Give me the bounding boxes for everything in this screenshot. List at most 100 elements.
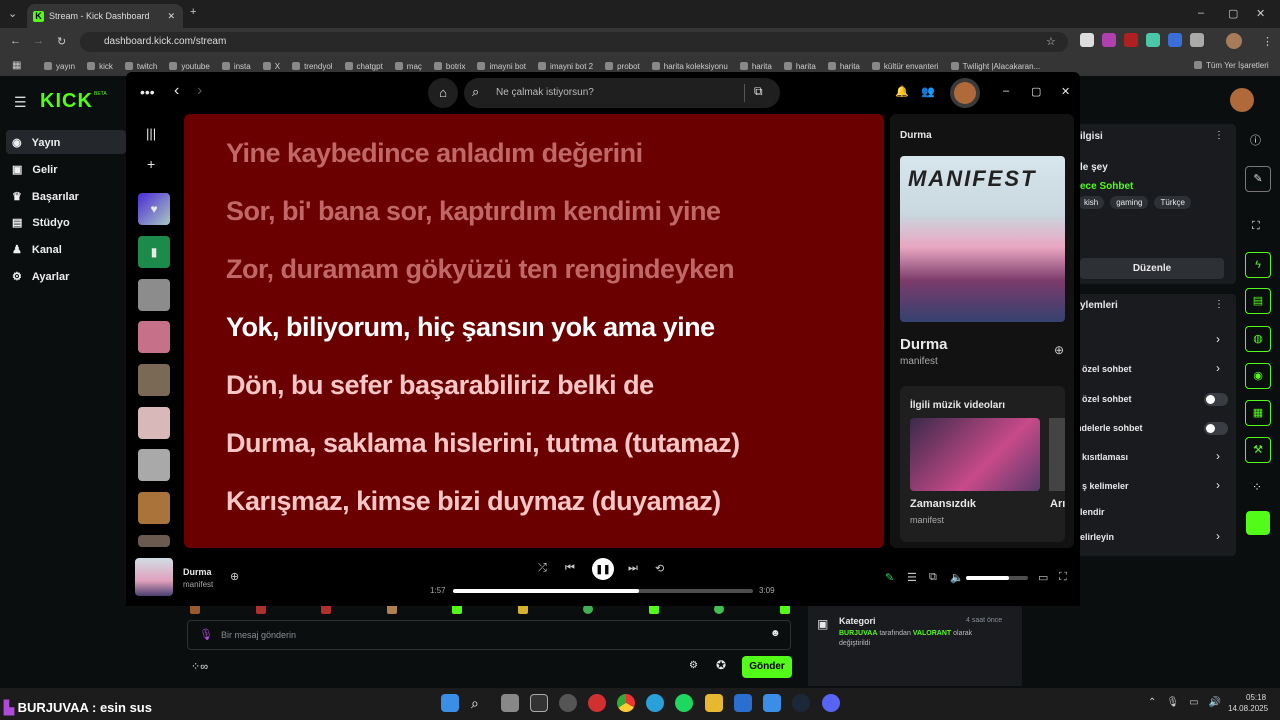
lightning-icon[interactable]: ϟ <box>1245 252 1271 278</box>
nav-item-yayin[interactable]: ◉ Yayın <box>12 136 60 150</box>
task-view-icon[interactable] <box>501 694 519 712</box>
queue-icon[interactable]: ☰ <box>907 571 917 584</box>
lyric-line-next[interactable]: Dön, bu sefer başarabiliriz belki de <box>226 370 654 401</box>
taskbar-date[interactable]: 14.08.2025 <box>1228 704 1268 713</box>
playlist-thumbnail[interactable] <box>138 407 170 439</box>
fullscreen-icon[interactable]: ⛶ <box>1059 571 1067 584</box>
liked-songs-icon[interactable]: ♥ <box>138 193 170 225</box>
setting-row[interactable]: lendir <box>1080 507 1105 517</box>
minimize-window-icon[interactable]: – <box>1003 85 1009 97</box>
wrench-icon[interactable]: ⚒ <box>1245 437 1271 463</box>
edge-icon[interactable] <box>646 694 664 712</box>
search-icon[interactable]: ⌕ <box>471 694 489 712</box>
extension-icon[interactable] <box>1102 33 1116 47</box>
discord-icon[interactable] <box>822 694 840 712</box>
lyric-line-past[interactable]: Yine kaybedince anladım değerini <box>226 138 643 169</box>
user-avatar[interactable] <box>1230 88 1254 112</box>
setting-row[interactable]: elirleyin <box>1080 532 1114 542</box>
chat-settings-gear-icon[interactable]: ⚙ <box>689 660 698 671</box>
epic-games-icon[interactable] <box>530 694 548 712</box>
playlist-thumbnail[interactable] <box>138 279 170 311</box>
app-icon[interactable] <box>559 694 577 712</box>
bookmark-item[interactable]: yayın <box>44 62 75 71</box>
nav-item-ayarlar[interactable]: ⚙ Ayarlar <box>12 270 69 284</box>
minimize-window-icon[interactable]: – <box>1198 7 1204 19</box>
bookmark-item[interactable]: Twilight |Alacakaran... <box>951 62 1041 71</box>
bookmark-item[interactable]: imayni bot <box>477 62 525 71</box>
all-bookmarks-folder[interactable]: Tüm Yer İşaretleri <box>1194 61 1269 70</box>
artist-name[interactable]: manifest <box>900 356 938 367</box>
spotify-menu-icon[interactable]: ••• <box>140 84 155 100</box>
bookmark-item[interactable]: insta <box>222 62 251 71</box>
bookmark-item[interactable]: kick <box>87 62 113 71</box>
more-options-icon[interactable]: ⋮ <box>1214 130 1224 141</box>
create-playlist-icon[interactable]: + <box>147 156 155 172</box>
playlist-thumbnail[interactable] <box>138 535 170 547</box>
previous-track-icon[interactable]: ⏮ <box>565 562 575 575</box>
lyric-line-next[interactable]: Durma, saklama hislerini, tutma (tutamaz… <box>226 428 740 459</box>
hamburger-menu-icon[interactable]: ☰ <box>14 94 27 111</box>
connect-device-icon[interactable]: ⧉ <box>929 571 937 584</box>
video-title[interactable]: Zamansızdık <box>910 498 976 510</box>
toggle-switch[interactable] <box>1204 393 1228 406</box>
bookmark-item[interactable]: trendyol <box>292 62 332 71</box>
nav-item-gelir[interactable]: ▣ Gelir <box>12 163 57 177</box>
puzzle-icon[interactable]: ✪ <box>716 658 726 672</box>
shuffle-icon[interactable]: ⤮ <box>538 562 547 575</box>
library-icon[interactable]: ||| <box>146 126 156 141</box>
emoji-icon[interactable]: ☻ <box>770 628 781 639</box>
video-thumbnail[interactable] <box>910 418 1040 491</box>
apps-grid-icon[interactable]: ▦ <box>12 60 21 71</box>
bookmark-item[interactable]: maç <box>395 62 422 71</box>
video-title[interactable]: Arı <box>1050 498 1065 510</box>
chevron-right-icon[interactable]: › <box>1216 332 1220 346</box>
microphone-icon[interactable]: 🎙 <box>199 628 213 641</box>
volume-icon[interactable]: 🔈 <box>950 571 964 584</box>
lyric-line-next[interactable]: Karışmaz, kimse bizi duymaz (duyamaz) <box>226 486 721 517</box>
extension-icon[interactable] <box>1080 33 1094 47</box>
stack-icon[interactable]: ▦ <box>1245 400 1271 426</box>
nav-item-studyo[interactable]: ▤ Stüdyo <box>12 216 70 230</box>
network-icon[interactable]: ▭ <box>1189 697 1198 708</box>
stream-category[interactable]: ece Sohbet <box>1080 181 1133 192</box>
toggle-switch[interactable] <box>1204 422 1228 435</box>
edit-pencil-icon[interactable]: ✎ <box>1245 166 1271 192</box>
chat-bubble-icon[interactable]: ◍ <box>1245 326 1271 352</box>
bookmark-item[interactable]: harita <box>784 62 816 71</box>
maximize-window-icon[interactable]: ▢ <box>1228 7 1238 20</box>
outlook-icon[interactable] <box>734 694 752 712</box>
bookmark-item[interactable]: youtube <box>169 62 209 71</box>
chevron-right-icon[interactable]: › <box>1216 529 1220 543</box>
microphone-icon[interactable]: 🎙 <box>1166 697 1179 708</box>
album-cover[interactable]: MANIFEST <box>900 156 1065 322</box>
bookmark-item[interactable]: harita <box>828 62 860 71</box>
bookmark-item[interactable]: imayni bot 2 <box>538 62 593 71</box>
saved-episodes-icon[interactable]: ▮ <box>138 236 170 268</box>
app-launcher-icon[interactable] <box>1246 511 1270 535</box>
bookmark-item[interactable]: twitch <box>125 62 157 71</box>
file-explorer-icon[interactable] <box>705 694 723 712</box>
next-track-icon[interactable]: ⏭ <box>628 562 638 575</box>
playlist-thumbnail[interactable] <box>138 449 170 481</box>
fullscreen-icon[interactable]: ⛶ <box>1252 220 1260 233</box>
more-options-icon[interactable]: ⋮ <box>1214 299 1224 310</box>
bell-icon[interactable]: 🔔 <box>895 85 909 98</box>
windows-start-icon[interactable] <box>441 694 459 712</box>
nav-item-kanal[interactable]: ♟ Kanal <box>12 243 62 257</box>
progress-bar[interactable] <box>453 589 753 593</box>
profile-avatar[interactable] <box>1226 33 1242 49</box>
taskbar-time[interactable]: 05:18 <box>1246 693 1266 702</box>
document-icon[interactable]: ▤ <box>1245 288 1271 314</box>
forward-icon[interactable]: › <box>197 82 202 100</box>
extensions-puzzle-icon[interactable] <box>1190 33 1204 47</box>
lyric-line-past[interactable]: Zor, duramam gökyüzü ten rengindeyken <box>226 254 735 285</box>
forward-icon[interactable]: → <box>33 35 44 47</box>
setting-row[interactable]: kısıtlaması <box>1082 452 1128 462</box>
home-icon[interactable]: ⌂ <box>428 78 458 108</box>
extension-icon[interactable] <box>1168 33 1182 47</box>
back-icon[interactable]: ‹ <box>174 82 179 100</box>
chevron-right-icon[interactable]: › <box>1216 449 1220 463</box>
kick-points-icon[interactable]: ⁘∞ <box>191 660 208 673</box>
playlist-thumbnail[interactable] <box>138 364 170 396</box>
lyric-line-current[interactable]: Yok, biliyorum, hiç şansın yok ama yine <box>226 312 715 343</box>
